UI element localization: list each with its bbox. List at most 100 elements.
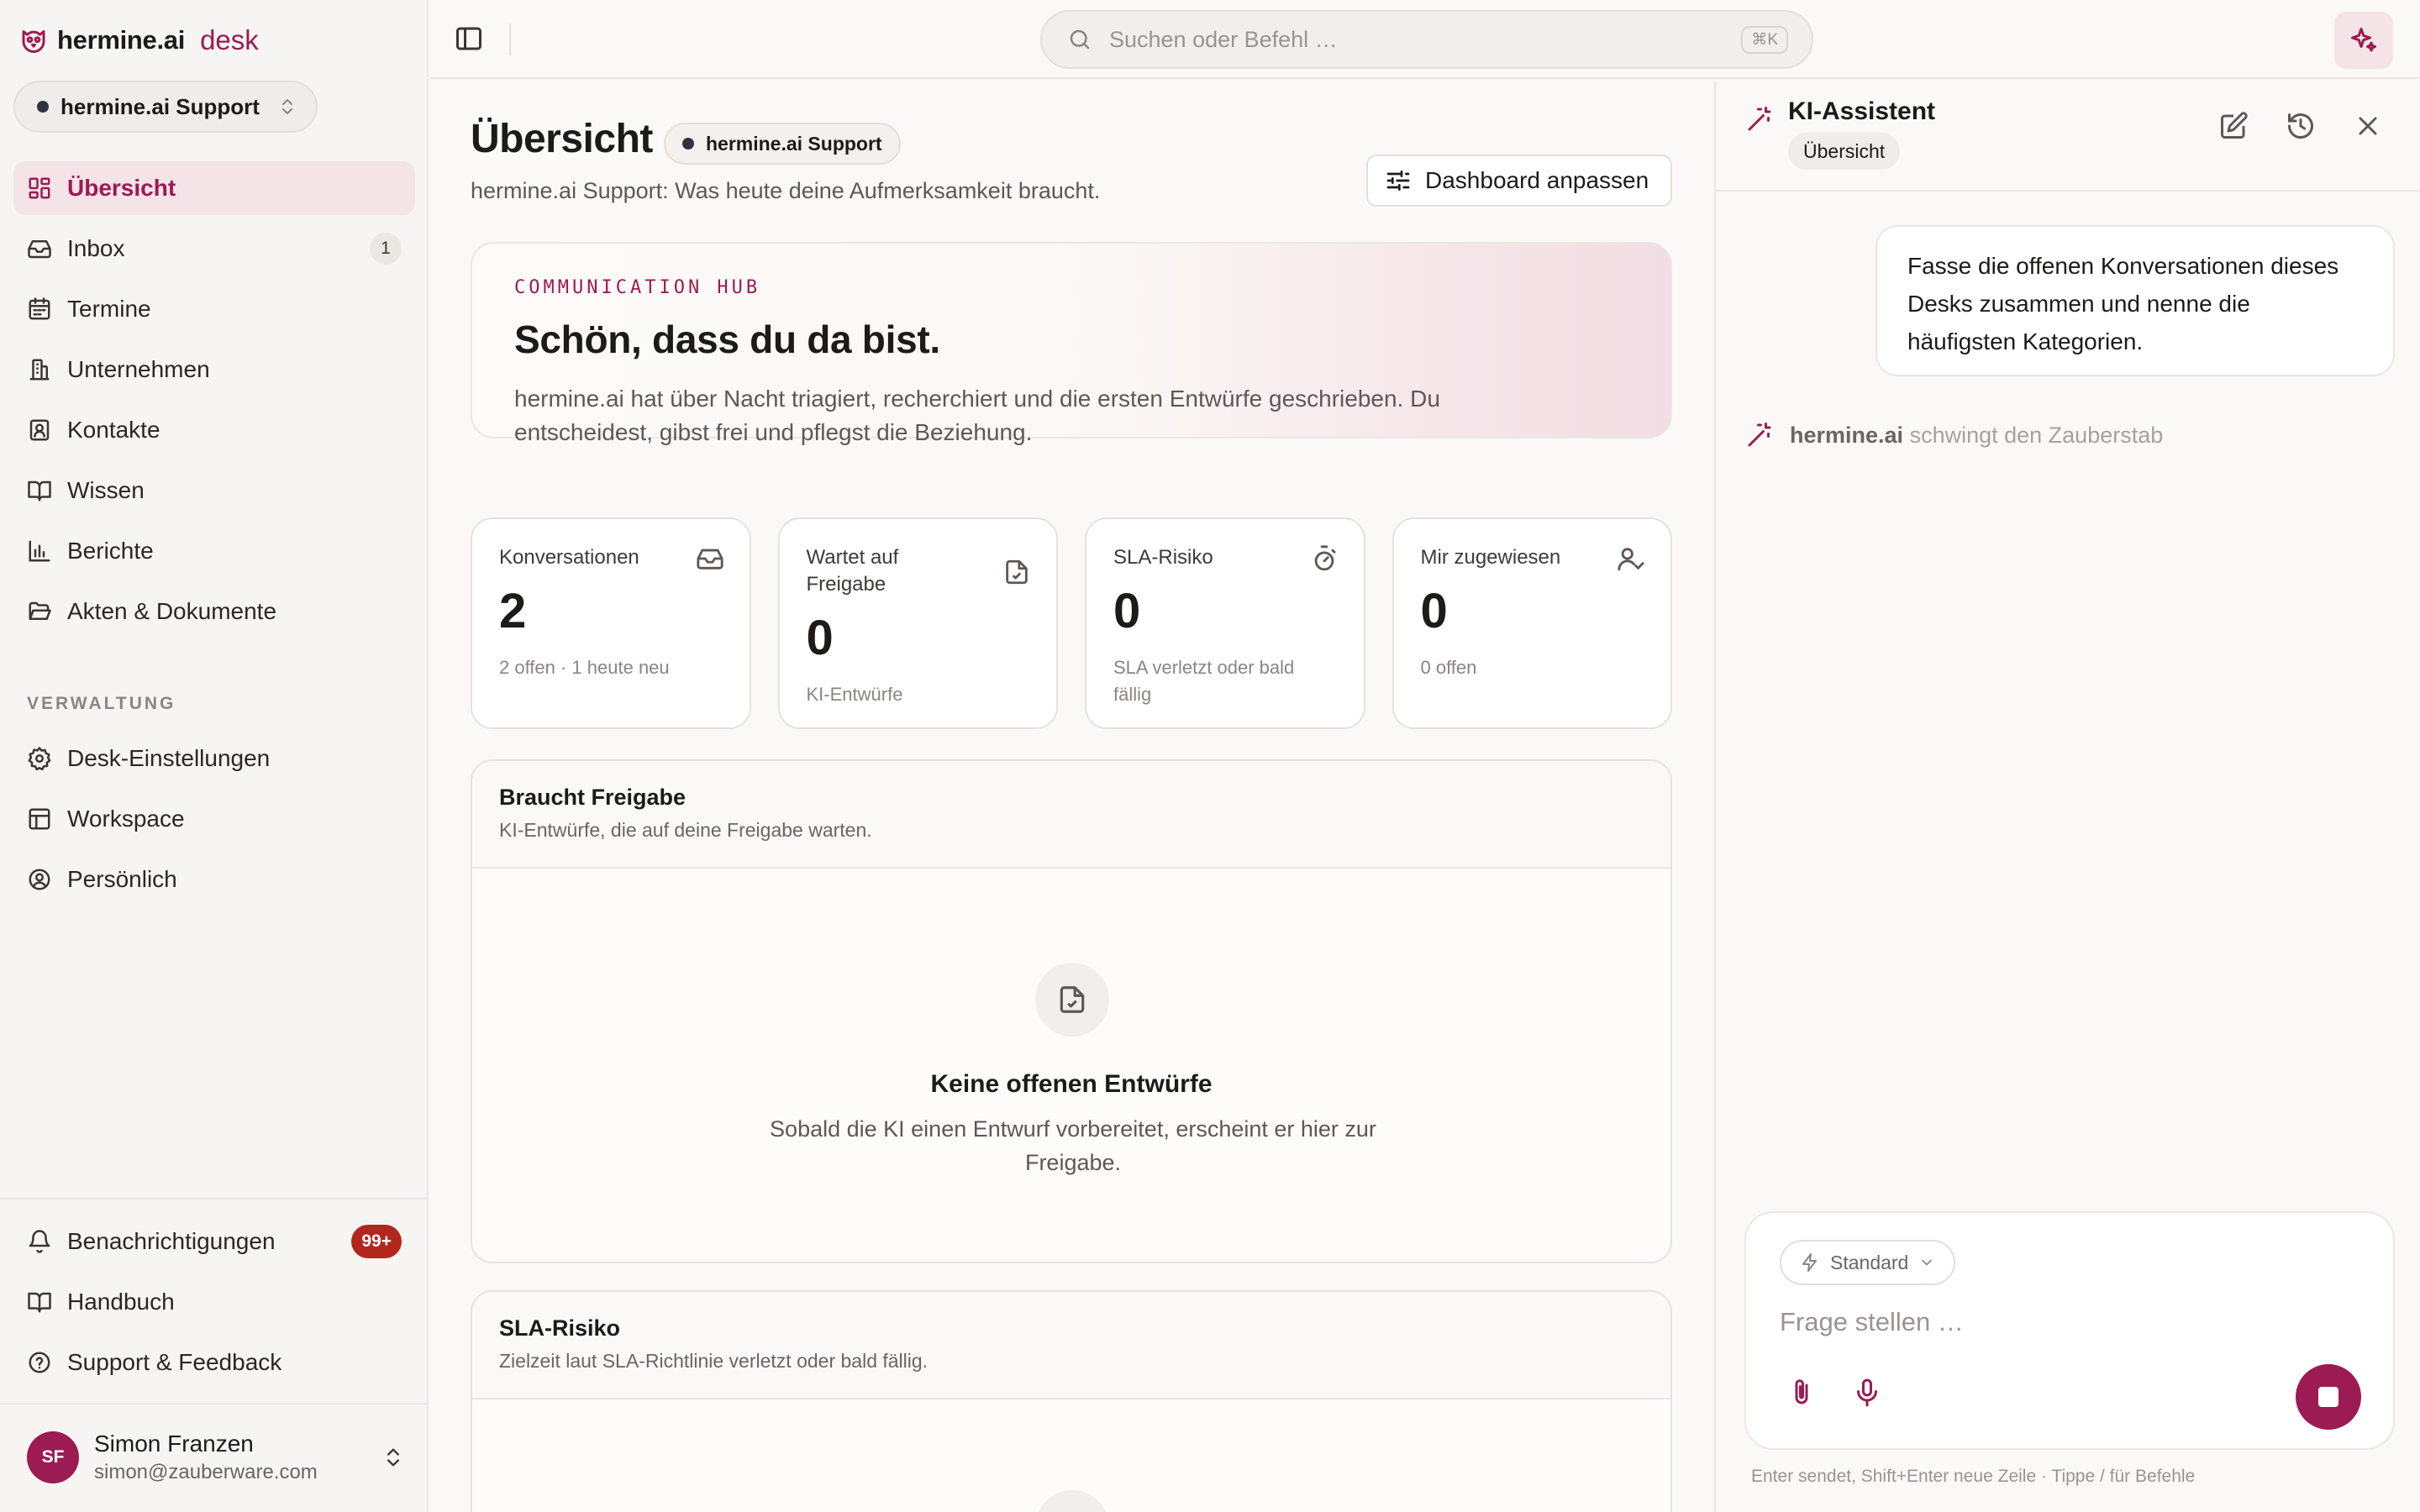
sidebar-divider bbox=[0, 1403, 429, 1404]
close-icon[interactable] bbox=[2353, 111, 2383, 141]
stat-card-zugewiesen[interactable]: Mir zugewiesen 0 0 offen bbox=[1392, 517, 1672, 729]
sidebar-item-label: Übersicht bbox=[67, 175, 176, 201]
new-chat-icon[interactable] bbox=[2218, 111, 2249, 141]
stat-label: Wartet auf Freigabe bbox=[806, 546, 899, 596]
stat-card-freigabe[interactable]: Wartet auf Freigabe 0 KI-Entwürfe bbox=[777, 517, 1058, 729]
building-icon bbox=[29, 359, 50, 381]
inbox-icon bbox=[28, 240, 51, 259]
search-input[interactable] bbox=[1109, 26, 1725, 53]
brand-product: desk bbox=[200, 24, 259, 55]
empty-state-icon bbox=[1035, 1490, 1109, 1512]
chat-input[interactable] bbox=[1780, 1307, 2360, 1337]
sidebar-item-workspace[interactable]: Workspace bbox=[13, 792, 415, 846]
sidebar-item-kontakte[interactable]: Kontakte bbox=[13, 403, 415, 457]
page-subtitle: hermine.ai Support: Was heute deine Aufm… bbox=[471, 178, 1101, 203]
user-menu[interactable]: SF Simon Franzen simon@zauberware.com bbox=[27, 1428, 405, 1487]
search-shortcut: ⌘K bbox=[1741, 25, 1788, 54]
stat-label: Mir zugewiesen bbox=[1420, 546, 1561, 569]
stat-value: 0 bbox=[1420, 584, 1448, 638]
toolbar-divider bbox=[509, 24, 511, 55]
sidebar-item-persoenlich[interactable]: Persönlich bbox=[13, 853, 415, 906]
bottom-nav: Benachrichtigungen 99+ Handbuch Support … bbox=[13, 1215, 415, 1396]
sidebar-item-label: Desk-Einstellungen bbox=[67, 745, 271, 771]
sidebar-item-label: Berichte bbox=[67, 538, 154, 564]
hub-title: Schön, dass du da bist. bbox=[514, 318, 940, 361]
book-icon bbox=[28, 1292, 51, 1313]
chat-composer: Standard bbox=[1744, 1211, 2395, 1450]
sidebar-toggle-icon[interactable] bbox=[454, 24, 484, 54]
avatar: SF bbox=[27, 1431, 79, 1483]
file-check-icon bbox=[1060, 986, 1085, 1013]
sidebar-item-wissen[interactable]: Wissen bbox=[13, 464, 415, 517]
sidebar-item-termine[interactable]: Termine bbox=[13, 282, 415, 336]
desk-chip-label: hermine.ai Support bbox=[706, 132, 882, 155]
sidebar-item-berichte[interactable]: Berichte bbox=[13, 524, 415, 578]
hub-text: hermine.ai hat über Nacht triagiert, rec… bbox=[514, 386, 1440, 445]
panel-subtitle: Zielzeit laut SLA-Richtlinie verletzt od… bbox=[499, 1350, 929, 1372]
stat-sub: KI-Entwürfe bbox=[806, 684, 903, 705]
customize-dashboard-label: Dashboard anpassen bbox=[1425, 167, 1649, 193]
composer-hint: Enter sendet, Shift+Enter neue Zeile · T… bbox=[1751, 1467, 2196, 1486]
sidebar-item-unternehmen[interactable]: Unternehmen bbox=[13, 343, 415, 396]
mode-selector[interactable]: Standard bbox=[1780, 1240, 1956, 1285]
desk-switcher[interactable]: hermine.ai Support bbox=[13, 81, 318, 133]
inbox-icon bbox=[696, 549, 723, 570]
owl-logo-icon bbox=[22, 30, 45, 53]
paperclip-icon[interactable] bbox=[1786, 1378, 1817, 1408]
sidebar-item-akten[interactable]: Akten & Dokumente bbox=[13, 585, 415, 638]
user-check-icon bbox=[1618, 548, 1644, 571]
sidebar-item-handbuch[interactable]: Handbuch bbox=[13, 1275, 415, 1329]
sidebar-item-support[interactable]: Support & Feedback bbox=[13, 1336, 415, 1389]
desk-chip: hermine.ai Support bbox=[664, 123, 901, 165]
main-nav: Übersicht Inbox 1 Termine Unternehmen Ko… bbox=[13, 161, 415, 645]
search-bar[interactable]: ⌘K bbox=[1040, 10, 1813, 69]
bar-chart-icon bbox=[29, 540, 50, 562]
status-text: schwingt den Zauberstab bbox=[1909, 422, 2164, 448]
admin-nav: Desk-Einstellungen Workspace Persönlich bbox=[13, 732, 415, 913]
sidebar-item-label: Wissen bbox=[67, 477, 145, 503]
assistant-title: KI-Assistent bbox=[1788, 97, 1936, 125]
folder-open-icon bbox=[29, 601, 51, 620]
bell-icon bbox=[29, 1230, 50, 1253]
sidebar-item-label: Persönlich bbox=[67, 866, 177, 892]
panel-title: SLA-Risiko bbox=[499, 1315, 621, 1341]
sidebar-item-desk-einstellungen[interactable]: Desk-Einstellungen bbox=[13, 732, 415, 785]
top-bar: ⌘K bbox=[430, 0, 2420, 79]
sidebar-item-label: Akten & Dokumente bbox=[67, 598, 277, 624]
sidebar-divider bbox=[0, 1198, 429, 1200]
contact-card-icon bbox=[29, 419, 50, 441]
panel-title: Braucht Freigabe bbox=[499, 785, 687, 810]
assistant-header: KI-Assistent Übersicht bbox=[1716, 81, 2420, 192]
customize-dashboard-button[interactable]: Dashboard anpassen bbox=[1366, 155, 1672, 207]
sidebar-item-label: Workspace bbox=[67, 806, 185, 832]
sidebar-item-benachrichtigungen[interactable]: Benachrichtigungen 99+ bbox=[13, 1215, 415, 1268]
sidebar-item-label: Handbuch bbox=[67, 1289, 175, 1315]
ai-assistant-toggle-button[interactable] bbox=[2334, 12, 2393, 69]
help-circle-icon bbox=[29, 1352, 50, 1373]
stat-value: 0 bbox=[806, 611, 834, 665]
sidebar-item-uebersicht[interactable]: Übersicht bbox=[13, 161, 415, 215]
assistant-status: hermine.ai schwingt den Zauberstab bbox=[1744, 420, 2163, 450]
inbox-count-badge: 1 bbox=[370, 233, 402, 265]
hub-eyebrow: COMMUNICATION HUB bbox=[514, 277, 761, 298]
brand-name: hermine.ai bbox=[57, 25, 186, 55]
user-info: Simon Franzen simon@zauberware.com bbox=[94, 1431, 366, 1484]
history-icon[interactable] bbox=[2286, 111, 2316, 141]
sidebar-item-inbox[interactable]: Inbox 1 bbox=[13, 222, 415, 276]
approval-panel: Braucht Freigabe KI-Entwürfe, die auf de… bbox=[471, 759, 1672, 1263]
empty-state-title: Keine offenen Entwürfe bbox=[930, 1070, 1213, 1098]
sidebar: hermine.ai desk hermine.ai Support Übers… bbox=[0, 0, 429, 1512]
stat-card-konversationen[interactable]: Konversationen 2 2 offen · 1 heute neu bbox=[471, 517, 751, 729]
stop-generation-button[interactable] bbox=[2296, 1364, 2361, 1430]
microphone-icon[interactable] bbox=[1852, 1378, 1882, 1408]
empty-state-icon bbox=[1035, 963, 1109, 1037]
stop-icon bbox=[2318, 1387, 2338, 1407]
user-circle-icon bbox=[29, 869, 50, 890]
stat-sub: 0 offen bbox=[1420, 657, 1477, 678]
brand-logo[interactable]: hermine.ai desk bbox=[18, 22, 259, 59]
stat-card-sla-risiko[interactable]: SLA-Risiko 0 SLA verletzt oder bald fäll… bbox=[1085, 517, 1365, 729]
sparkles-icon bbox=[2351, 28, 2376, 52]
user-message-bubble: Fasse die offenen Konversationen dieses … bbox=[1876, 225, 2395, 376]
panel-header: Braucht Freigabe KI-Entwürfe, die auf de… bbox=[472, 761, 1670, 869]
desk-status-dot bbox=[682, 138, 694, 150]
